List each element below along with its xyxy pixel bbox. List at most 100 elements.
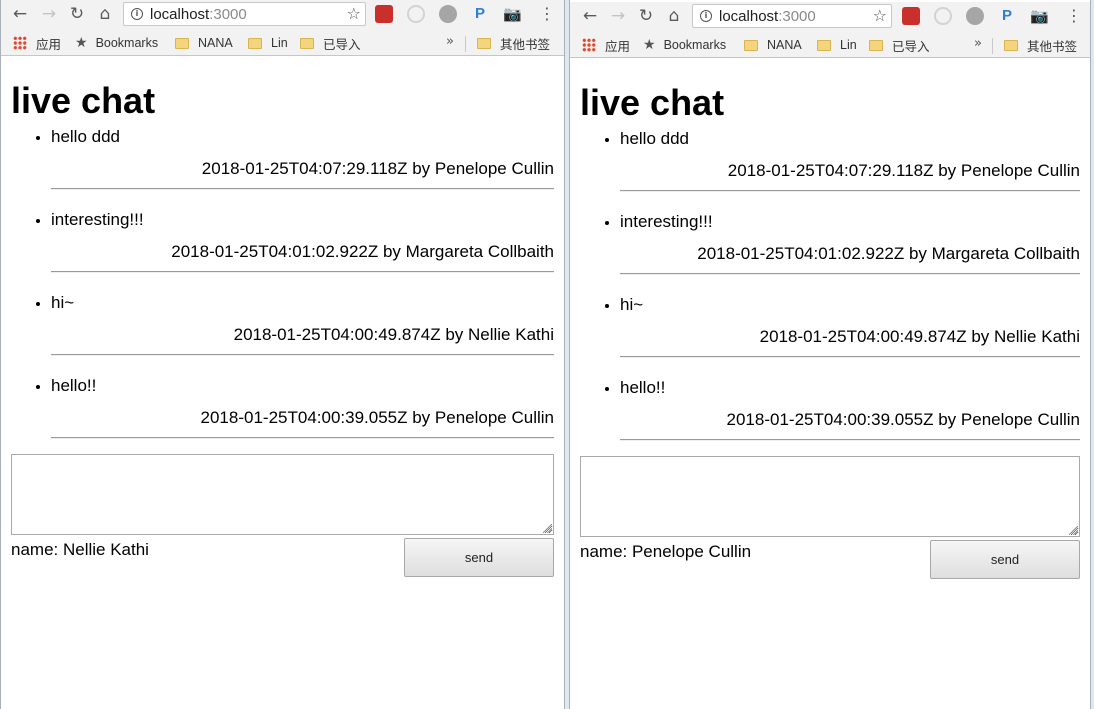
camera-icon[interactable]: 📷 bbox=[503, 5, 522, 23]
message-divider bbox=[620, 190, 1080, 191]
bookmark-other[interactable]: 其他书签 bbox=[1004, 36, 1077, 54]
message-text: interesting!!! bbox=[620, 212, 713, 231]
message-input-wrapper bbox=[580, 456, 1080, 537]
home-icon[interactable]: ⌂ bbox=[663, 5, 685, 27]
message-meta: 2018-01-25T04:01:02.922Z by Margareta Co… bbox=[171, 242, 554, 261]
bookmark-nana[interactable]: NANA bbox=[744, 36, 802, 54]
message-text: hello ddd bbox=[620, 129, 690, 148]
url-text: localhost:3000 bbox=[719, 8, 816, 25]
message-divider bbox=[51, 354, 554, 355]
extension-gray-circle-icon[interactable] bbox=[439, 5, 457, 23]
list-item: hello!! 2018-01-25T04:00:39.055Z by Pene… bbox=[51, 374, 554, 438]
camera-icon[interactable]: 📷 bbox=[1030, 7, 1049, 25]
folder-icon bbox=[477, 37, 491, 49]
message-divider bbox=[51, 437, 554, 438]
bookmark-lin[interactable]: Lin bbox=[248, 34, 288, 52]
extension-red-icon[interactable] bbox=[375, 5, 393, 23]
message-divider bbox=[51, 188, 554, 189]
bookmark-bookmarks[interactable]: ★ Bookmarks bbox=[643, 36, 726, 54]
browser-toolbar: ← → ↻ ⌂ i localhost:3000 ☆ P 📷 ⋮ bbox=[1, 0, 564, 29]
send-row: name: Nellie Kathi send bbox=[11, 535, 554, 579]
folder-icon bbox=[817, 39, 831, 51]
bookmark-lin[interactable]: Lin bbox=[817, 36, 857, 54]
message-divider bbox=[620, 273, 1080, 274]
message-divider bbox=[51, 271, 554, 272]
address-bar[interactable]: i localhost:3000 ☆ bbox=[692, 4, 892, 28]
reload-icon[interactable]: ↻ bbox=[635, 5, 657, 27]
apps-grid-icon bbox=[582, 38, 596, 52]
current-user-name: name: Penelope Cullin bbox=[580, 542, 752, 561]
extension-gray-circle-icon[interactable] bbox=[966, 7, 984, 25]
message-list: hello ddd 2018-01-25T04:07:29.118Z by Pe… bbox=[11, 125, 554, 438]
browser-window-right: ← → ↻ ⌂ i localhost:3000 ☆ P 📷 ⋮ 应用 ★ Boo… bbox=[569, 0, 1091, 709]
bookmark-bookmarks[interactable]: ★ Bookmarks bbox=[75, 34, 158, 52]
message-meta: 2018-01-25T04:01:02.922Z by Margareta Co… bbox=[697, 244, 1080, 263]
message-meta: 2018-01-25T04:00:39.055Z by Penelope Cul… bbox=[726, 410, 1080, 429]
list-item: hello ddd 2018-01-25T04:07:29.118Z by Pe… bbox=[51, 125, 554, 189]
list-item: hello!! 2018-01-25T04:00:39.055Z by Pene… bbox=[620, 376, 1080, 440]
forward-icon[interactable]: → bbox=[38, 3, 60, 25]
message-input[interactable] bbox=[580, 456, 1080, 537]
list-item: hello ddd 2018-01-25T04:07:29.118Z by Pe… bbox=[620, 127, 1080, 191]
folder-icon bbox=[744, 39, 758, 51]
send-row: name: Penelope Cullin send bbox=[580, 537, 1080, 581]
bookmark-imported[interactable]: 已导入 bbox=[300, 34, 361, 52]
folder-icon bbox=[869, 39, 883, 51]
folder-icon bbox=[248, 37, 262, 49]
message-meta: 2018-01-25T04:07:29.118Z by Penelope Cul… bbox=[727, 161, 1080, 180]
reload-icon[interactable]: ↻ bbox=[66, 3, 88, 25]
bookmark-apps[interactable]: 应用 bbox=[582, 36, 630, 54]
list-item: interesting!!! 2018-01-25T04:01:02.922Z … bbox=[620, 210, 1080, 274]
star-icon: ★ bbox=[643, 37, 656, 53]
forward-icon[interactable]: → bbox=[607, 5, 629, 27]
url-text: localhost:3000 bbox=[150, 6, 247, 23]
kebab-menu-icon[interactable]: ⋮ bbox=[1066, 6, 1082, 26]
extension-p-icon[interactable]: P bbox=[471, 5, 489, 23]
folder-icon bbox=[175, 37, 189, 49]
message-text: hello ddd bbox=[51, 127, 121, 146]
chat-page: live chat hello ddd 2018-01-25T04:07:29.… bbox=[11, 81, 554, 579]
bookmarks-bar: 应用 ★ Bookmarks NANA Lin 已导入 » 其他书签 bbox=[570, 31, 1090, 58]
bookmark-nana[interactable]: NANA bbox=[175, 34, 233, 52]
send-button[interactable]: send bbox=[404, 538, 554, 577]
page-title: live chat bbox=[11, 80, 156, 121]
message-list: hello ddd 2018-01-25T04:07:29.118Z by Pe… bbox=[580, 127, 1080, 440]
extension-ring-icon[interactable] bbox=[934, 7, 952, 25]
bookmarks-divider bbox=[992, 38, 993, 54]
bookmarks-overflow-chevron-icon[interactable]: » bbox=[446, 34, 454, 49]
resize-handle-icon[interactable] bbox=[543, 524, 552, 533]
bookmark-star-icon[interactable]: ☆ bbox=[347, 4, 361, 23]
message-text: hi~ bbox=[620, 295, 644, 314]
extension-ring-icon[interactable] bbox=[407, 5, 425, 23]
message-text: hello!! bbox=[620, 378, 666, 397]
resize-handle-icon[interactable] bbox=[1069, 526, 1078, 535]
bookmark-other[interactable]: 其他书签 bbox=[477, 34, 550, 52]
list-item: hi~ 2018-01-25T04:00:49.874Z by Nellie K… bbox=[620, 293, 1080, 357]
message-input-wrapper bbox=[11, 454, 554, 535]
message-divider bbox=[620, 439, 1080, 440]
bookmarks-divider bbox=[465, 36, 466, 52]
send-button[interactable]: send bbox=[930, 540, 1080, 579]
back-icon[interactable]: ← bbox=[9, 3, 31, 25]
current-user-name: name: Nellie Kathi bbox=[11, 540, 149, 559]
apps-grid-icon bbox=[13, 36, 27, 50]
folder-icon bbox=[300, 37, 314, 49]
bookmark-star-icon[interactable]: ☆ bbox=[873, 6, 887, 25]
extension-red-icon[interactable] bbox=[902, 7, 920, 25]
message-meta: 2018-01-25T04:00:49.874Z by Nellie Kathi bbox=[759, 327, 1080, 346]
bookmark-imported[interactable]: 已导入 bbox=[869, 36, 930, 54]
bookmark-apps[interactable]: 应用 bbox=[13, 34, 61, 52]
bookmarks-bar: 应用 ★ Bookmarks NANA Lin 已导入 » 其他书签 bbox=[1, 29, 564, 56]
list-item: interesting!!! 2018-01-25T04:01:02.922Z … bbox=[51, 208, 554, 272]
message-input[interactable] bbox=[11, 454, 554, 535]
message-text: interesting!!! bbox=[51, 210, 144, 229]
extension-p-icon[interactable]: P bbox=[998, 7, 1016, 25]
kebab-menu-icon[interactable]: ⋮ bbox=[539, 4, 555, 24]
folder-icon bbox=[1004, 39, 1018, 51]
home-icon[interactable]: ⌂ bbox=[94, 3, 116, 25]
back-icon[interactable]: ← bbox=[579, 5, 601, 27]
info-icon[interactable]: i bbox=[700, 10, 712, 22]
info-icon[interactable]: i bbox=[131, 8, 143, 20]
address-bar[interactable]: i localhost:3000 ☆ bbox=[123, 2, 366, 26]
bookmarks-overflow-chevron-icon[interactable]: » bbox=[974, 36, 982, 51]
